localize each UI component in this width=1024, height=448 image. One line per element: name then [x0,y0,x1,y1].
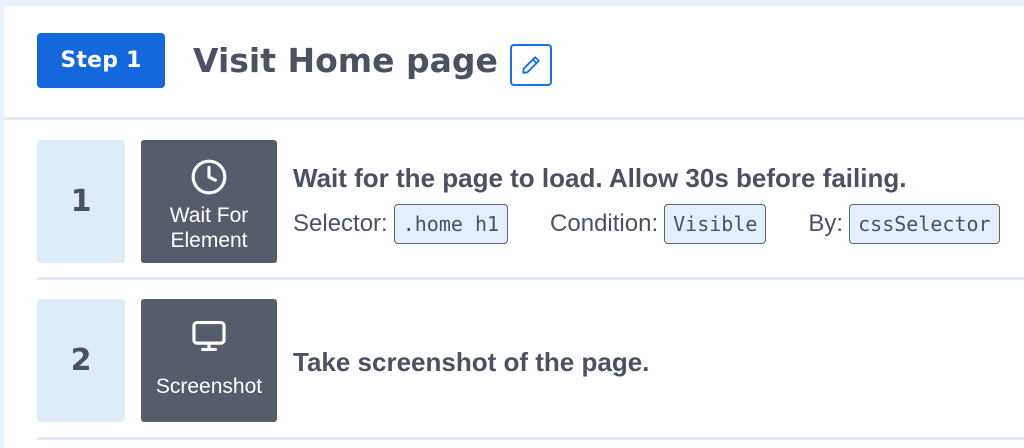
clock-icon [191,159,227,195]
monitor-icon [192,320,226,352]
step-header: Step 1 Visit Home page [4,6,1024,120]
step-type-label-line2: Element [170,229,248,252]
step-type-wait-for-element: Wait For Element [141,140,277,263]
step-title: Visit Home page [193,41,498,80]
by-value: cssSelector [849,204,1000,244]
condition-value: Visible [664,204,767,244]
selector-label: Selector: [293,210,388,237]
edit-title-button[interactable] [510,44,552,86]
selector-value: .home h1 [393,204,509,244]
step-type-label: Wait For Element [141,203,277,253]
step-type-label-line1: Wait For [169,204,249,227]
step-params: Selector: .home h1 Condition: Visible By… [293,202,1000,246]
step-panel: Step 1 Visit Home page 1 Wait For Elemen… [4,6,1024,448]
step-number: 2 [37,299,125,422]
condition-label: Condition: [550,210,659,237]
by-label: By: [808,210,844,237]
step-description: Wait for the page to load. Allow 30s bef… [293,163,907,193]
step-row: 2 Screenshot Take screenshot of the page… [37,295,1024,440]
step-type-label: Screenshot [155,375,263,398]
step-badge: Step 1 [37,33,165,88]
step-number: 1 [37,140,125,263]
pencil-icon [522,56,540,74]
step-description: Take screenshot of the page. [293,347,650,377]
step-row: 1 Wait For Element Wait for the page to … [37,136,1024,280]
step-type-screenshot: Screenshot [141,299,277,422]
